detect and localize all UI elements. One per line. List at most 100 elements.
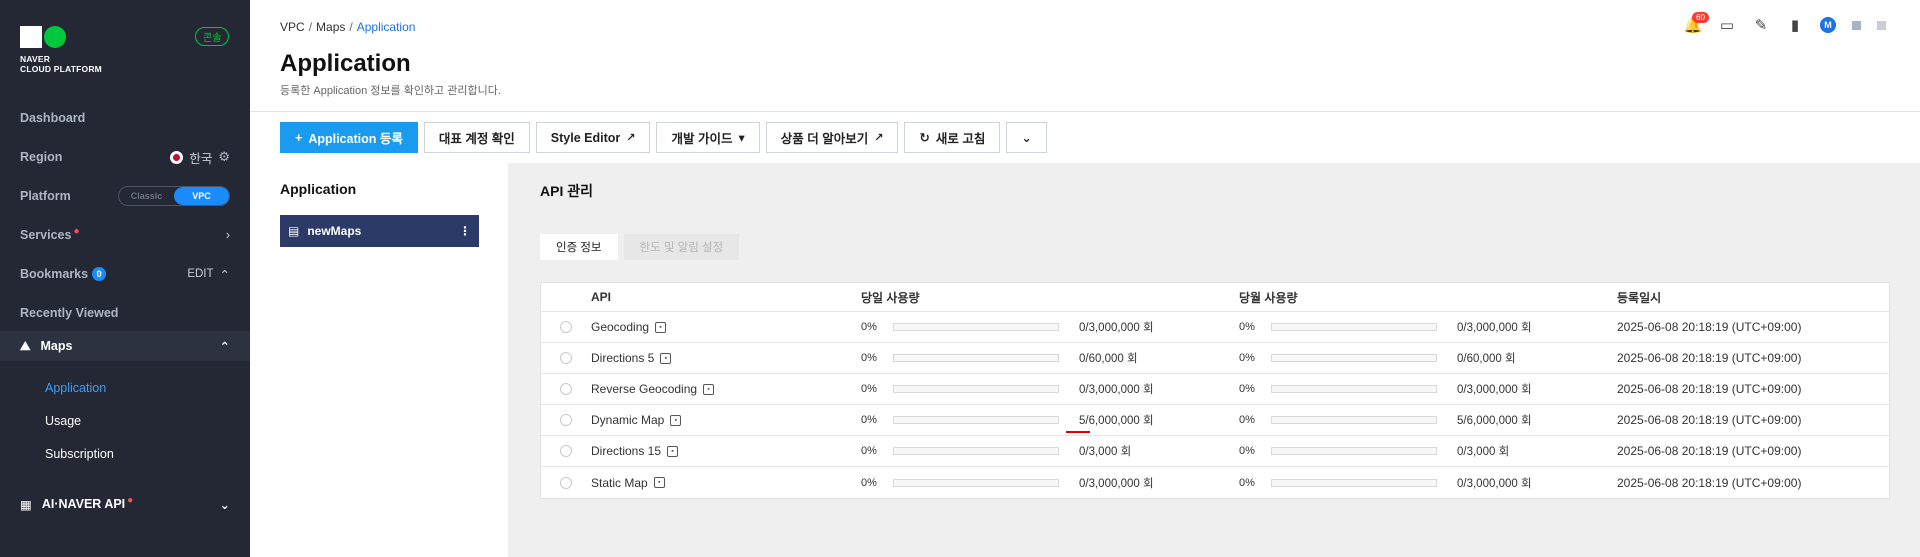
table-row[interactable]: Dynamic Map ▪ 0% 5/6,000,000 회 0% 5/6,000,000… [541,405,1889,436]
monthly-usage-percent: 0% [1239,414,1255,426]
sidebar-subitem-usage[interactable]: Usage [45,414,81,428]
row-radio[interactable] [560,352,572,364]
doc-book-icon[interactable]: ▪ [667,445,679,457]
registered-at: 2025-06-08 20:18:19 (UTC+09:00) [1617,351,1802,365]
sidebar-item-recently-viewed[interactable]: Recently Viewed [20,303,230,323]
sidebar-item-region: Region 한국 ⚙ [20,148,230,167]
edit-note-icon[interactable]: ✎ [1752,16,1770,34]
doc-book-icon[interactable]: ▪ [655,321,667,333]
refresh-icon: ↻ [919,131,930,145]
more-products-button[interactable]: 상품 더 알아보기 ↗ [765,122,899,153]
monthly-usage-bar [1271,416,1437,424]
annotation-underline [1066,431,1090,433]
doc-book-icon[interactable]: ▪ [653,477,665,488]
tab-auth-info[interactable]: 인증 정보 [540,234,618,260]
daily-usage-bar [893,323,1059,331]
page-title: Application [280,50,411,77]
application-item-newmaps[interactable]: ▤ newMaps ⋮ [280,215,479,247]
sidebar-item-maps[interactable]: ⛰ Maps ⌃ [0,331,250,361]
table-row[interactable]: Directions 15 ▪ 0% 0/3,000 회 0% 0/3,000 회 2025… [541,436,1889,467]
doc-book-icon[interactable]: ▪ [670,414,682,426]
book-icon[interactable]: ▮ [1786,16,1804,34]
table-header: API 당일 사용량 당월 사용량 등록일시 [541,283,1889,312]
server-icon: ▤ [288,224,300,238]
platform-vpc-option[interactable]: VPC [174,187,229,205]
application-panel: Application ▤ newMaps ⋮ [250,163,508,557]
monthly-usage-bar [1271,323,1437,331]
tab-limit-alert[interactable]: 한도 및 알림 설정 [623,234,740,260]
bell-icon[interactable]: 🔔 60 [1684,12,1709,34]
monthly-usage-bar [1271,385,1437,393]
avatar[interactable]: M [1820,17,1836,33]
sidebar-item-ai-naver-api[interactable]: ▦ AI·NAVER API ● ⌄ [0,494,250,514]
api-name: Dynamic Map [591,413,665,427]
platform-toggle[interactable]: Classic VPC [118,186,230,206]
monthly-usage-bar [1271,478,1437,487]
breadcrumb: VPC / Maps / Application [280,20,416,34]
kebab-menu-icon[interactable]: ⋮ [459,224,471,238]
menu-square-icon[interactable] [1877,20,1886,30]
registered-at: 2025-06-08 20:18:19 (UTC+09:00) [1617,320,1802,334]
daily-usage-percent: 0% [861,352,877,364]
more-options-button[interactable]: ⌄ [1006,122,1047,153]
breadcrumb-maps[interactable]: Maps [316,20,345,34]
sidebar: NAVER CLOUD PLATFORM 콘솔 Dashboard Region … [0,0,250,557]
daily-usage-limit: 0/3,000,000 회 [1079,477,1154,490]
style-editor-button[interactable]: Style Editor ↗ [535,122,651,153]
sidebar-subitem-subscription[interactable]: Subscription [45,447,114,461]
sidebar-item-services[interactable]: Services ● › [20,225,230,245]
row-radio[interactable] [560,476,572,489]
row-radio[interactable] [560,321,572,333]
chevron-up-icon[interactable]: ⌃ [220,267,230,282]
top-icon-bar: 🔔 60 ▭ ✎ ▮ M [1684,12,1886,34]
row-radio[interactable] [560,445,572,457]
refresh-button[interactable]: ↻ 새로 고침 [904,122,1001,153]
korea-flag-icon [170,150,184,164]
monthly-usage-percent: 0% [1239,383,1255,395]
platform-classic-option[interactable]: Classic [119,187,174,205]
sidebar-item-dashboard[interactable]: Dashboard [20,108,230,128]
column-header-registered-at: 등록일시 [1617,290,1662,305]
api-name: Static Map [591,475,648,490]
console-badge: 콘솔 [195,27,230,46]
daily-usage-bar [893,385,1059,393]
doc-book-icon[interactable]: ▪ [660,352,672,364]
sidebar-subitem-application[interactable]: Application [45,381,106,395]
daily-usage-percent: 0% [861,476,877,489]
row-radio[interactable] [560,383,572,395]
table-row[interactable]: Geocoding ▪ 0% 0/3,000,000 회 0% 0/3,000,000 회… [541,312,1889,343]
page-subtitle: 등록한 Application 정보를 확인하고 관리합니다. [280,85,501,97]
new-dot-icon: ● [127,494,134,506]
check-account-button[interactable]: 대표 계정 확인 [423,122,530,153]
daily-usage-percent: 0% [861,383,877,395]
menu-square-icon[interactable] [1852,20,1861,30]
bookmarks-edit-button[interactable]: EDIT [187,268,213,280]
doc-book-icon[interactable]: ▪ [703,383,715,395]
registered-at: 2025-06-08 20:18:19 (UTC+09:00) [1617,444,1802,458]
api-name: Geocoding [591,320,650,334]
monthly-usage-percent: 0% [1239,476,1255,489]
naver-cloud-logo[interactable]: NAVER CLOUD PLATFORM [20,26,102,74]
sidebar-item-bookmarks[interactable]: Bookmarks 0 EDIT ⌃ [20,264,230,284]
table-row[interactable]: Reverse Geocoding ▪ 0% 0/3,000,000 회 0% 0/3,0… [541,374,1889,405]
bookmarks-count-badge: 0 [92,267,107,281]
chevron-right-icon: › [225,228,230,242]
api-name: Directions 15 [591,444,662,458]
table-row[interactable]: Static Map ▪ 0% 0/3,000,000 회 0% 0/3,000,000 … [541,467,1889,498]
external-link-icon: ↗ [874,132,884,144]
gear-icon[interactable]: ⚙ [218,149,230,165]
api-name: Reverse Geocoding [591,382,698,396]
monthly-usage-percent: 0% [1239,445,1255,457]
daily-usage-limit: 0/3,000 회 [1079,446,1132,458]
column-header-daily-usage: 당일 사용량 [861,290,920,305]
register-application-button[interactable]: + Application 등록 [280,122,418,153]
api-subtabs: 인증 정보 한도 및 알림 설정 [540,234,740,260]
region-value[interactable]: 한국 [189,148,212,167]
chat-icon[interactable]: ▭ [1718,16,1736,34]
row-radio[interactable] [560,414,572,426]
caret-down-icon: ▾ [738,131,745,145]
daily-usage-percent: 0% [861,321,877,333]
breadcrumb-vpc[interactable]: VPC [280,20,305,34]
dev-guide-dropdown[interactable]: 개발 가이드 ▾ [656,122,760,153]
table-row[interactable]: Directions 5 ▪ 0% 0/60,000 회 0% 0/60,000 회 202… [541,343,1889,374]
